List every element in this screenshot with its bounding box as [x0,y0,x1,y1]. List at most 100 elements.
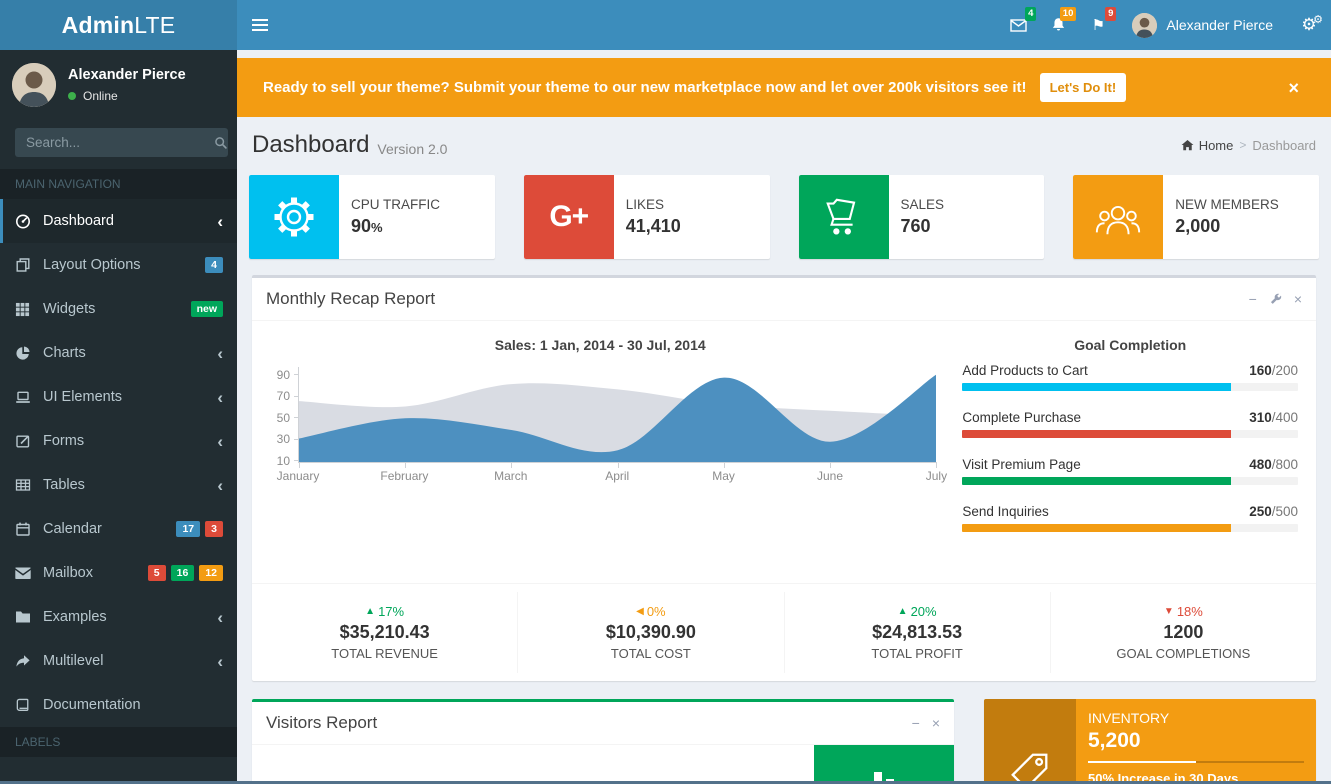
sidebar-item-layout-options[interactable]: Layout Options 4 [0,243,237,287]
app-window: AdminLTE Alexander Pierce Online MAIN NA… [0,0,1331,784]
stat-change: 18% [1177,604,1203,619]
sidebar-item-label: Calendar [43,521,102,537]
calendar-badge-1: 17 [176,521,200,538]
banner-close-button[interactable]: × [1288,79,1305,97]
x-axis-tick-label: June [817,469,843,483]
user-status[interactable]: Online [68,89,186,103]
mailbox-badge-3: 12 [199,565,223,582]
sidebar-item-calendar[interactable]: Calendar 17 3 [0,507,237,551]
sidebar-item-label: Documentation [43,697,141,713]
info-box-label: NEW MEMBERS [1175,197,1279,212]
stat-label: TOTAL REVENUE [252,646,517,661]
goal-completion-panel: Goal Completion Add Products to Cart 160… [950,333,1304,583]
breadcrumb-home[interactable]: Home [1181,138,1234,153]
caret-up-icon: ▲ [365,606,375,617]
gears-icon-small: ⚙ [1313,13,1323,26]
sidebar-item-mailbox[interactable]: Mailbox 5 16 12 [0,551,237,595]
goal-label: Complete Purchase [962,410,1081,425]
app-logo[interactable]: AdminLTE [0,0,237,50]
laptop-icon [15,389,43,405]
sidebar-item-charts[interactable]: Charts ‹ [0,331,237,375]
sidebar-toggle-button[interactable] [237,0,283,50]
info-box-new-members: NEW MEMBERS 2,000 [1073,175,1319,259]
book-icon [15,698,43,713]
cart-icon [799,175,889,259]
x-axis-tick-label: January [277,469,320,483]
caret-left-icon: ◀ [636,606,644,617]
caret-down-icon: ▼ [1164,606,1174,617]
page-subtitle: Version 2.0 [377,133,447,157]
control-sidebar-toggle[interactable]: ⚙⚙ [1287,0,1331,50]
goal-total: /500 [1272,504,1298,519]
content: Ready to sell your theme? Submit your th… [237,50,1331,784]
widgets-badge: new [191,301,223,318]
progress-bar [962,430,1298,438]
envelope-icon [1010,19,1027,32]
goal-value: 310 [1249,410,1272,425]
banner-cta-button[interactable]: Let's Do It! [1040,73,1127,102]
logo-bold: Admin [62,12,135,39]
sidebar-item-multilevel[interactable]: Multilevel ‹ [0,639,237,683]
minimize-icon[interactable]: − [912,716,920,730]
notifications-menu[interactable]: 10 [1038,0,1078,50]
sales-area-chart[interactable] [298,367,936,463]
stat-value: 1200 [1051,622,1316,643]
page-header: Dashboard Version 2.0 Home > Dashboard [237,117,1331,171]
sidebar-item-documentation[interactable]: Documentation [0,683,237,727]
x-axis-tick-label: March [494,469,527,483]
stat-change: 0% [647,604,666,619]
stat-value: $10,390.90 [518,622,783,643]
search-icon [214,136,228,150]
sidebar-search [15,128,222,157]
stat-label: TOTAL COST [518,646,783,661]
sidebar-item-widgets[interactable]: Widgets new [0,287,237,331]
sidebar-item-dashboard[interactable]: Dashboard ‹ [0,199,237,243]
goal-label: Visit Premium Page [962,457,1080,472]
inventory-info-box: INVENTORY 5,200 50% Increase in 30 Days [984,699,1316,784]
user-status-label: Online [83,89,118,103]
sidebar-item-label: Tables [43,477,85,493]
search-input[interactable] [15,128,214,157]
info-box-label: LIKES [626,197,681,212]
info-box-value: 2,000 [1175,216,1279,237]
wrench-icon[interactable] [1269,293,1282,306]
close-icon[interactable]: × [1294,292,1302,306]
info-box-sales: SALES 760 [799,175,1045,259]
messages-menu[interactable]: 4 [998,0,1038,50]
sidebar-item-tables[interactable]: Tables ‹ [0,463,237,507]
main-area: 4 10 ⚑ 9 Alexander Pierce ⚙⚙ [237,0,1331,784]
close-icon[interactable]: × [932,716,940,730]
chevron-left-icon: ‹ [217,345,223,362]
search-button[interactable] [214,128,228,157]
mailbox-badge-2: 16 [171,565,195,582]
progress-bar [962,477,1298,485]
y-axis-tick-label: 50 [277,411,290,425]
user-menu[interactable]: Alexander Pierce [1118,0,1287,50]
sidebar-item-examples[interactable]: Examples ‹ [0,595,237,639]
files-icon [15,257,43,273]
sidebar-item-label: Widgets [43,301,95,317]
stat-value: $24,813.53 [785,622,1050,643]
folder-icon [15,610,43,624]
sidebar-item-ui-elements[interactable]: UI Elements ‹ [0,375,237,419]
chevron-left-icon: ‹ [217,213,223,230]
edit-icon [15,433,43,449]
info-box-value: 760 [901,216,945,237]
recap-footer: ▲17% $35,210.43 TOTAL REVENUE ◀0% $10,39… [252,583,1316,681]
sidebar-item-forms[interactable]: Forms ‹ [0,419,237,463]
header-user-name: Alexander Pierce [1166,17,1273,33]
sidebar-nav: Dashboard ‹ Layout Options 4 Widgets new… [0,199,237,727]
stat-change: 20% [911,604,937,619]
gear-icon [249,175,339,259]
progress-bar [962,524,1298,532]
chevron-left-icon: ‹ [217,477,223,494]
flag-icon: ⚑ [1092,16,1105,34]
visitors-stats-panel [814,745,954,784]
y-axis-tick-label: 90 [277,368,290,382]
tasks-menu[interactable]: ⚑ 9 [1078,0,1118,50]
minimize-icon[interactable]: − [1249,292,1257,306]
goal-value: 160 [1249,363,1272,378]
nav-section-labels: LABELS [0,727,237,757]
sidebar-item-label: UI Elements [43,389,122,405]
sales-chart-panel: Sales: 1 Jan, 2014 - 30 Jul, 2014 907050… [264,333,950,583]
